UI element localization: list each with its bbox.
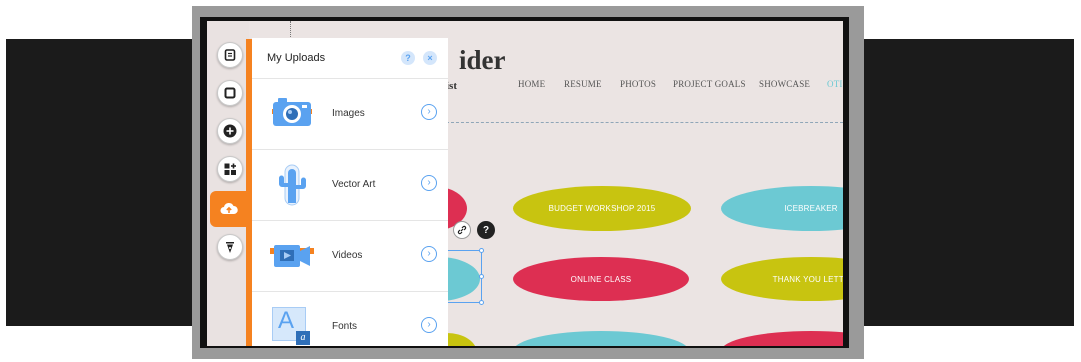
resize-handle-top[interactable] — [479, 248, 484, 253]
nav-resume[interactable]: RESUME — [564, 79, 602, 89]
chevron-right-icon[interactable]: › — [421, 246, 437, 262]
uploads-item-videos[interactable]: Videos › — [252, 221, 448, 292]
uploads-item-vector-art[interactable]: Vector Art › — [252, 150, 448, 221]
chevron-right-icon[interactable]: › — [421, 175, 437, 191]
left-toolbar — [207, 21, 249, 346]
nav-showcase[interactable]: SHOWCASE — [759, 79, 810, 89]
chevron-right-icon[interactable]: › — [421, 104, 437, 120]
header-divider — [446, 122, 843, 123]
font-icon: A a — [270, 305, 314, 346]
my-uploads-panel: My Uploads ? × Images › Vector Art › Vid… — [252, 38, 448, 346]
font-glyph-small: a — [296, 331, 310, 345]
panel-title: My Uploads — [267, 52, 326, 64]
oval-icebreaker[interactable]: ICEBREAKER — [721, 186, 843, 231]
panel-help-button[interactable]: ? — [401, 51, 415, 65]
uploads-item-label: Fonts — [332, 321, 358, 332]
upload-button[interactable] — [216, 197, 242, 221]
add-button[interactable] — [217, 118, 243, 144]
uploads-item-images[interactable]: Images › — [252, 79, 448, 150]
app-market-button[interactable] — [217, 156, 243, 182]
link-icon — [457, 225, 467, 235]
help-button[interactable]: ? — [477, 221, 495, 239]
uploads-item-label: Vector Art — [332, 179, 376, 190]
nav-project-goals[interactable]: PROJECT GOALS — [673, 79, 746, 89]
oval-budget-label: BUDGET WORKSHOP 2015 — [548, 204, 656, 213]
site-title: ider — [459, 45, 506, 75]
selection-box[interactable] — [447, 250, 482, 303]
panel-close-button[interactable]: × — [423, 51, 437, 65]
background-icon — [224, 87, 236, 99]
app-market-icon — [224, 163, 236, 175]
background-button[interactable] — [217, 80, 243, 106]
blog-button[interactable] — [217, 234, 243, 260]
oval-thankyou-label: THANK YOU LETTE — [772, 274, 843, 284]
nav-photos[interactable]: PHOTOS — [620, 79, 656, 89]
chevron-right-icon[interactable]: › — [421, 317, 437, 333]
add-icon — [223, 124, 237, 138]
pages-button[interactable] — [217, 42, 243, 68]
oval-icebreaker-label: ICEBREAKER — [784, 204, 838, 213]
cactus-icon — [270, 163, 314, 207]
resize-handle-bottom[interactable] — [479, 300, 484, 305]
resize-handle-middle[interactable] — [479, 274, 484, 279]
panel-header: My Uploads ? × — [252, 38, 448, 79]
editor-canvas: ider ist HOME RESUME PHOTOS PROJECT GOAL… — [207, 21, 843, 346]
uploads-item-label: Images — [332, 108, 365, 119]
oval-online-class[interactable]: ONLINE CLASS — [513, 257, 689, 301]
video-camera-icon — [270, 234, 314, 278]
oval-budget-workshop[interactable]: BUDGET WORKSHOP 2015 — [513, 186, 691, 231]
oval-bottom-middle[interactable] — [513, 331, 689, 346]
oval-thank-you[interactable]: THANK YOU LETTE — [721, 257, 843, 301]
dark-band-left — [6, 39, 194, 326]
upload-icon — [220, 202, 238, 214]
pen-nib-icon — [226, 242, 234, 253]
oval-bottom-right[interactable] — [721, 331, 843, 346]
camera-icon — [270, 92, 314, 136]
dark-band-right — [864, 39, 1074, 326]
pages-icon — [224, 49, 236, 61]
nav-home[interactable]: HOME — [518, 79, 545, 89]
uploads-item-label: Videos — [332, 250, 363, 261]
uploads-item-fonts[interactable]: A a Fonts › — [252, 292, 448, 346]
font-glyph-large: A — [278, 307, 295, 334]
link-button[interactable] — [453, 221, 471, 239]
nav-other[interactable]: OTI — [827, 79, 843, 89]
oval-online-label: ONLINE CLASS — [570, 274, 632, 284]
